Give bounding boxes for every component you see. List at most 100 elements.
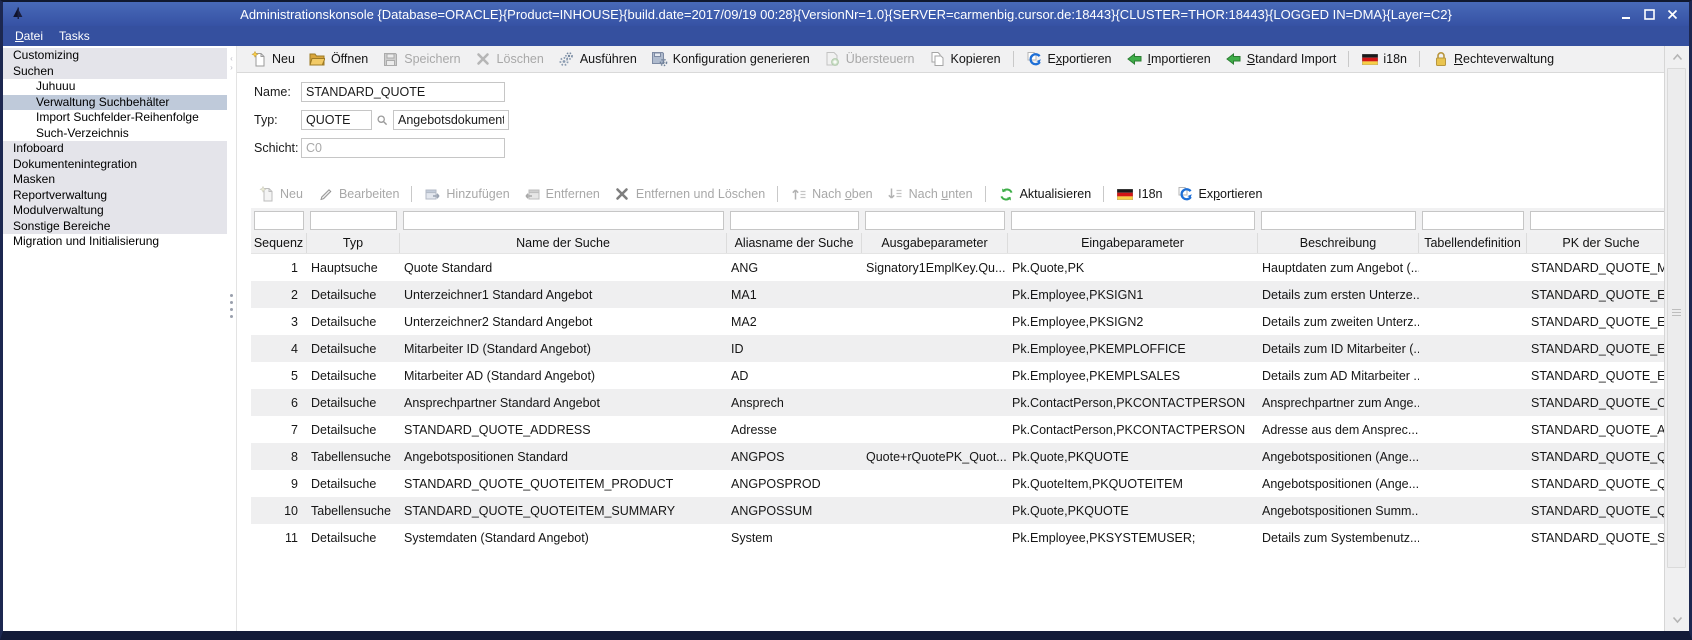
table-row[interactable]: 9DetailsucheSTANDARD_QUOTE_QUOTEITEM_PRO… — [251, 470, 1664, 497]
table-cell: Pk.Quote,PK — [1008, 261, 1258, 275]
typ-lookup-button[interactable] — [374, 111, 391, 129]
toolbar-button-bearbeiten: Bearbeiten — [310, 184, 406, 204]
table-cell: Angebotspositionen (Ange... — [1258, 450, 1419, 464]
toolbar-button-ausfuehren[interactable]: Ausführen — [551, 48, 644, 70]
table-cell: STANDARD_QUOTE_EM — [1527, 288, 1664, 302]
filter-cell — [862, 210, 1008, 231]
column-filter-input-beschreibung[interactable] — [1261, 211, 1416, 230]
toolbar-button-nach-unten: Nach unten — [880, 184, 980, 204]
typ-description-field — [393, 110, 509, 130]
toolbar-button-label: Importieren — [1147, 52, 1210, 66]
column-filter-input-ausgabeparameter[interactable] — [865, 211, 1005, 230]
sidebar-item-modulverwaltung[interactable]: Modulverwaltung — [3, 203, 227, 219]
column-header-sequenz[interactable]: Sequenz — [251, 233, 307, 253]
table-cell: Detailsuche — [307, 423, 400, 437]
toolbar-button-exportieren[interactable]: Exportieren — [1019, 48, 1119, 70]
toolbar-button-standard-import[interactable]: Standard Import — [1218, 48, 1344, 70]
toolbar-button-exportieren[interactable]: Exportieren — [1170, 184, 1270, 204]
table-cell: Hauptsuche — [307, 261, 400, 275]
toolbar-button-label: Standard Import — [1247, 52, 1337, 66]
sidebar-item-dokumentenintegration[interactable]: Dokumentenintegration — [3, 157, 227, 173]
titlebar: Administrationskonsole {Database=ORACLE}… — [3, 2, 1689, 26]
table-row[interactable]: 7DetailsucheSTANDARD_QUOTE_ADDRESSAdress… — [251, 416, 1664, 443]
column-header-aliasname-der-suche[interactable]: Aliasname der Suche — [727, 233, 862, 253]
toolbar-button-label: Öffnen — [331, 52, 368, 66]
toolbar-button-label: Entfernen und Löschen — [636, 187, 765, 201]
column-filter-input-aliasname-der-suche[interactable] — [730, 211, 859, 230]
minimize-button[interactable] — [1618, 7, 1635, 22]
table-row[interactable]: 4DetailsucheMitarbeiter ID (Standard Ang… — [251, 335, 1664, 362]
table-cell: Mitarbeiter ID (Standard Angebot) — [400, 342, 727, 356]
toolbar-button-label: I18n — [1138, 187, 1162, 201]
scroll-down-icon[interactable] — [1665, 611, 1689, 629]
splitter-collapse-icon[interactable]: ‹› — [227, 54, 236, 72]
close-button[interactable] — [1664, 7, 1681, 22]
name-input[interactable] — [301, 82, 505, 102]
column-header-pk-der-suche[interactable]: PK der Suche — [1527, 233, 1664, 253]
toolbar-button-i18n[interactable]: i18n — [1354, 48, 1414, 70]
toolbar-button-label: Kopieren — [951, 52, 1001, 66]
delete-x-icon — [475, 51, 492, 67]
toolbar-button-rechteverwaltung[interactable]: Rechteverwaltung — [1425, 48, 1561, 70]
menu-tasks[interactable]: Tasks — [51, 27, 98, 45]
table-row[interactable]: 6DetailsucheAnsprechpartner Standard Ang… — [251, 389, 1664, 416]
column-filter-input-eingabeparameter[interactable] — [1011, 211, 1255, 230]
toolbar-button-neu[interactable]: Neu — [243, 48, 302, 70]
column-filter-input-typ[interactable] — [310, 211, 397, 230]
column-header-ausgabeparameter[interactable]: Ausgabeparameter — [862, 233, 1008, 253]
scrollbar-thumb[interactable] — [1667, 68, 1686, 568]
table-cell: Detailsuche — [307, 369, 400, 383]
table-cell: STANDARD_QUOTE_QU — [1527, 504, 1664, 518]
sidebar-item-masken[interactable]: Masken — [3, 172, 227, 188]
maximize-button[interactable] — [1641, 7, 1658, 22]
table-row[interactable]: 1HauptsucheQuote StandardANGSignatory1Em… — [251, 254, 1664, 281]
sidebar-item-import-suchfelder-reihenfolge[interactable]: Import Suchfelder-Reihenfolge — [3, 110, 227, 126]
table-row[interactable]: 3DetailsucheUnterzeichner2 Standard Ange… — [251, 308, 1664, 335]
vertical-scrollbar[interactable] — [1664, 46, 1689, 631]
table-row[interactable]: 2DetailsucheUnterzeichner1 Standard Ange… — [251, 281, 1664, 308]
sidebar-item-infoboard[interactable]: Infoboard — [3, 141, 227, 157]
table-cell: STANDARD_QUOTE_EM — [1527, 369, 1664, 383]
sidebar-item-verwaltung-suchbehaelter[interactable]: Verwaltung Suchbehälter — [3, 95, 227, 111]
table-row[interactable]: 8TabellensucheAngebotspositionen Standar… — [251, 443, 1664, 470]
toolbar-button-entfernen-und-loeschen: Entfernen und Löschen — [607, 184, 772, 204]
column-filter-input-tabellendefinition[interactable] — [1422, 211, 1524, 230]
table-cell: Pk.Employee,PKSIGN2 — [1008, 315, 1258, 329]
table-cell: 3 — [251, 315, 307, 329]
column-filter-input-pk-der-suche[interactable] — [1530, 211, 1664, 230]
toolbar-button-kopieren[interactable]: Kopieren — [922, 48, 1008, 70]
splitter[interactable]: ‹› — [227, 46, 236, 631]
scroll-up-icon[interactable] — [1665, 48, 1689, 66]
sidebar-item-customizing[interactable]: Customizing — [3, 48, 227, 64]
column-header-tabellendefinition[interactable]: Tabellendefinition — [1419, 233, 1527, 253]
toolbar-separator — [985, 186, 986, 202]
sidebar-item-suchen[interactable]: Suchen — [3, 64, 227, 80]
table-cell: 11 — [251, 531, 307, 545]
sidebar-item-such-verzeichnis[interactable]: Such-Verzeichnis — [3, 126, 227, 142]
filter-cell — [1419, 210, 1527, 231]
toolbar-button-importieren[interactable]: Importieren — [1118, 48, 1217, 70]
table-row[interactable]: 5DetailsucheMitarbeiter AD (Standard Ang… — [251, 362, 1664, 389]
column-header-name-der-suche[interactable]: Name der Suche — [400, 233, 727, 253]
toolbar-button-oeffnen[interactable]: Öffnen — [302, 48, 375, 70]
column-header-beschreibung[interactable]: Beschreibung — [1258, 233, 1419, 253]
toolbar-button-konfiguration-generieren[interactable]: Konfiguration generieren — [644, 48, 817, 70]
column-filter-input-sequenz[interactable] — [254, 211, 304, 230]
table-row[interactable]: 10TabellensucheSTANDARD_QUOTE_QUOTEITEM_… — [251, 497, 1664, 524]
column-filter-input-name-der-suche[interactable] — [403, 211, 724, 230]
table-cell: ANG — [727, 261, 862, 275]
toolbar-separator — [1348, 51, 1349, 67]
menu-datei[interactable]: Datei — [7, 27, 51, 45]
table-cell: Systemdaten (Standard Angebot) — [400, 531, 727, 545]
toolbar-button-i18n[interactable]: I18n — [1109, 184, 1169, 204]
column-header-eingabeparameter[interactable]: Eingabeparameter — [1008, 233, 1258, 253]
sidebar-item-juhuuu[interactable]: Juhuuu — [3, 79, 227, 95]
sidebar-item-migration-und-initialisierung[interactable]: Migration und Initialisierung — [3, 234, 227, 250]
toolbar-button-aktualisieren[interactable]: Aktualisieren — [991, 184, 1099, 204]
sidebar-item-reportverwaltung[interactable]: Reportverwaltung — [3, 188, 227, 204]
sidebar-item-sonstige-bereiche[interactable]: Sonstige Bereiche — [3, 219, 227, 235]
table-cell: Ansprechpartner zum Ange... — [1258, 396, 1419, 410]
table-row[interactable]: 11DetailsucheSystemdaten (Standard Angeb… — [251, 524, 1664, 551]
column-header-typ[interactable]: Typ — [307, 233, 400, 253]
typ-input[interactable] — [301, 110, 372, 130]
